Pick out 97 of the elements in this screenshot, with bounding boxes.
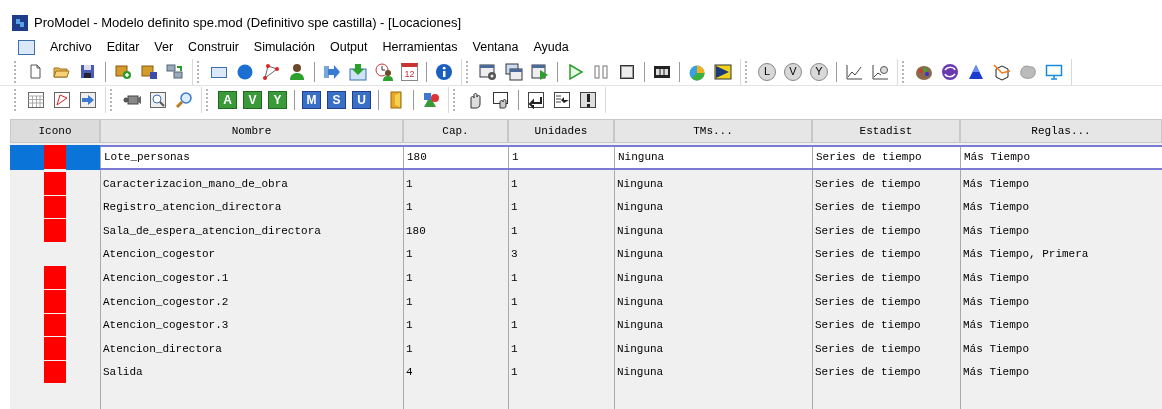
table-cell-text: Series de tiempo [814,365,922,381]
table-cell: Series de tiempo [812,147,960,168]
table-row[interactable]: Registro_atencion_directora 1 1 Ninguna Series de tiempo Más Tiempo [100,195,1162,220]
table-cell-text: Atencion_cogestor.2 [102,294,230,310]
table-cell-text: Series de tiempo [814,270,922,286]
toolbar-button[interactable]: L [758,62,776,81]
table-cell-text: Ninguna [616,200,665,216]
table-cell-text: Series de tiempo [814,200,922,216]
table-cell-text: Ninguna [616,270,665,286]
table-cell-text: Ninguna [616,223,665,239]
table-row[interactable]: Caracterizacion_mano_de_obra 1 1 Ninguna Series de tiempo Más Tiempo [100,172,1162,196]
table-cell-text: Series de tiempo [814,223,922,239]
table-cell: 1 [508,147,614,168]
table-cell: Lote_personas [100,147,403,168]
table-cell-text: Series de tiempo [814,318,922,334]
table-cell-text: Atencion_cogestor [102,247,217,263]
table-cell-text: Series de tiempo [814,247,922,263]
table-cell-text: Más Tiempo [962,176,1030,192]
column-header[interactable]: Icono [10,119,100,143]
table-cell-text: Sala_de_espera_atencion_directora [102,223,322,239]
table-cell-text: 4 [405,365,414,381]
table-row[interactable]: Sala_de_espera_atencion_directora 180 1 Ninguna Series de tiempo Más Tiempo [100,219,1162,243]
selected-row[interactable]: Lote_personas 180 1 Ninguna Series de tiempo Más Tiempo [100,145,1162,170]
window-title: ProModel - Modelo definito spe.mod (Definitivo spe castilla) - [Locaciones] [34,14,462,33]
table-row[interactable]: Atencion_cogestor.3 1 1 Ninguna Series de tiempo Más Tiempo [100,313,1162,338]
column-header[interactable]: Unidades [508,119,614,143]
table-cell-text: Más Tiempo [962,318,1030,334]
menu-item[interactable]: Ver [154,37,174,57]
table-cell-text: 1 [510,270,519,286]
toolbar-button[interactable]: U [352,91,371,109]
column-header[interactable]: TMs... [614,119,812,143]
menu-item[interactable]: Simulación [253,37,315,57]
table-cell-text: 1 [405,341,414,357]
table-cell-text: Registro_atencion_directora [102,200,283,216]
table-cell-text: Series de tiempo [814,341,922,357]
menu-item[interactable]: Ayuda [533,37,569,57]
table-cell-text: Caracterizacion_mano_de_obra [102,176,289,192]
calendar-button[interactable]: 12 [401,62,418,81]
table-cell-text: 1 [510,341,519,357]
menu-item[interactable]: Construir [188,37,239,57]
column-header[interactable]: Nombre [100,119,403,143]
table-cell-text: 3 [510,247,519,263]
toolbar-button[interactable]: Y [810,62,828,81]
table-cell-text: Más Tiempo [962,294,1030,310]
table-row[interactable]: Atencion_cogestor.2 1 1 Ninguna Series de tiempo Más Tiempo [100,289,1162,314]
table-cell-text: Salida [102,365,144,381]
toolbar-button[interactable]: A [218,91,237,109]
table-cell-text: Más Tiempo [962,341,1030,357]
toolbar-button[interactable]: V [243,91,262,109]
table-cell: Ninguna [614,147,812,168]
table-cell-text: Ninguna [616,176,665,192]
column-header[interactable]: Estadist [812,119,960,143]
table-cell-text: Atencion_cogestor.1 [102,270,230,286]
table-cell-text: 1 [405,247,414,263]
table-cell-text: Series de tiempo [814,176,922,192]
table-cell: Más Tiempo [960,147,1162,168]
menu-item[interactable]: Output [329,37,368,57]
toolbar-button[interactable]: V [784,62,802,81]
table-cell-text: 1 [510,365,519,381]
table-cell-text: 1 [405,294,414,310]
menu-item[interactable]: Archivo [50,37,92,57]
table-cell-text: Ninguna [616,318,665,334]
table-cell-text: Ninguna [616,365,665,381]
table-cell-text: Ninguna [616,341,665,357]
table-cell-text: 180 [405,223,427,239]
table-cell-text: 1 [405,270,414,286]
table-cell-text: Más Tiempo [962,365,1030,381]
table-cell-text: Más Tiempo [962,200,1030,216]
table-cell-text: 1 [510,176,519,192]
column-header[interactable]: Cap. [403,119,508,143]
table-cell-text: Más Tiempo [962,270,1030,286]
column-header[interactable]: Reglas... [960,119,1162,143]
table-cell-text: Ninguna [616,294,665,310]
table-cell-text: 1 [510,223,519,239]
table-cell-text: 1 [405,200,414,216]
table-cell: 180 [403,147,508,168]
table-cell-text: 1 [405,318,414,334]
table-cell-text: 1 [510,318,519,334]
menu-item[interactable]: Editar [106,37,140,57]
table-row[interactable]: Atencion_cogestor.1 1 1 Ninguna Series de tiempo Más Tiempo [100,266,1162,290]
table-cell-text: 1 [510,200,519,216]
table-cell-text: 1 [405,176,414,192]
table-cell-text: 1 [510,294,519,310]
toolbar-button[interactable]: M [302,91,321,109]
table-cell-text: Atencion_directora [102,341,223,357]
table-cell-text: Más Tiempo, Primera [962,247,1090,263]
menu-item[interactable]: Ventana [472,37,519,57]
table-cell-text: Atencion_cogestor.3 [102,318,230,334]
toolbar-button[interactable]: S [327,91,346,109]
menu-item[interactable]: Herramientas [382,37,458,57]
table-row[interactable]: Atencion_directora 1 1 Ninguna Series de tiempo Más Tiempo [100,337,1162,361]
table-cell-text: Series de tiempo [814,294,922,310]
table-cell-text: Más Tiempo [962,223,1030,239]
table-cell-text: Ninguna [616,247,665,263]
toolbar-button[interactable]: Y [268,91,287,109]
table-row[interactable]: Salida 4 1 Ninguna Series de tiempo Más Tiempo [100,360,1162,385]
table-row[interactable]: Atencion_cogestor 1 3 Ninguna Series de tiempo Más Tiempo, Primera [100,242,1162,267]
